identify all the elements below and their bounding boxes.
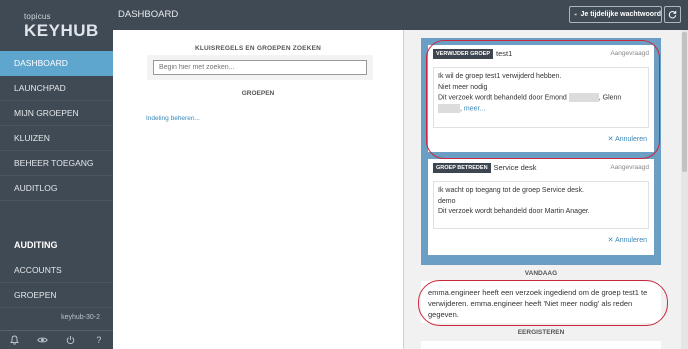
request-status: Aangevraagd	[610, 50, 649, 57]
temporary-password-button[interactable]: Je tijdelijke wachtwoord	[569, 6, 662, 23]
message-reason: demo	[438, 197, 456, 205]
request-card-remove-group: VERWIJDER GROEP test1 Aangevraagd Ik wil…	[428, 45, 654, 152]
nav-item-accounts[interactable]: ACCOUNTS	[0, 258, 113, 283]
request-type-badge: VERWIJDER GROEP	[433, 48, 493, 59]
search-input[interactable]	[153, 60, 367, 75]
today-title: VANDAAG	[524, 270, 558, 277]
power-icon[interactable]	[64, 333, 78, 347]
request-group-name: test1	[496, 49, 513, 58]
request-card-footer: ✕ Annuleren	[428, 229, 654, 251]
top-header: DASHBOARD Je tijdelijke wachtwoord	[113, 0, 688, 30]
nav-item-kluizen[interactable]: KLUIZEN	[0, 126, 113, 151]
handler-text: Dit verzoek wordt behandeld door Emond	[438, 94, 567, 102]
nav-item-auditlog[interactable]: AUDITLOG	[0, 176, 113, 201]
temporary-password-label: Je tijdelijke wachtwoord	[580, 11, 661, 18]
message-handler-line: Dit verzoek wordt behandeld door Emond ,…	[438, 93, 644, 104]
requests-panel: VERWIJDER GROEP test1 Aangevraagd Ik wil…	[421, 38, 661, 265]
request-card-join-group: GROEP BETREDEN Service desk Aangevraagd …	[428, 159, 654, 255]
main-content: KLUISREGELS EN GROEPEN ZOEKEN GROEPEN In…	[113, 30, 688, 349]
message-handler-line-2: , meer...	[438, 103, 644, 115]
request-card-footer: ✕ Annuleren	[428, 128, 654, 150]
divider	[403, 30, 404, 349]
version-label: keyhub-30-2	[61, 314, 100, 321]
separator: ,	[460, 105, 462, 113]
logo-main: KEYHUB	[24, 21, 99, 40]
message-handler-line: Dit verzoek wordt behandeld door Martin …	[438, 208, 590, 215]
request-status: Aangevraagd	[610, 164, 649, 171]
cancel-label: Annuleren	[615, 136, 647, 143]
auditing-section-title: AUDITING	[14, 240, 58, 250]
refresh-button[interactable]	[664, 6, 681, 23]
handler-text-2: , Glenn	[598, 94, 622, 102]
message-line: Ik wacht op toegang tot de groep Service…	[438, 187, 584, 194]
keyhub-logo[interactable]: topicus KEYHUB	[0, 0, 113, 50]
nav-item-dashboard[interactable]: DASHBOARD	[0, 51, 113, 76]
message-reason: Niet meer nodig	[438, 83, 488, 91]
request-message: Ik wil de groep test1 verwijderd hebben.…	[433, 67, 649, 128]
sidebar-footer: ?	[0, 330, 113, 349]
message-line: Ik wil de groep test1 verwijderd hebben.	[438, 73, 562, 80]
request-message: Ik wacht op toegang tot de groep Service…	[433, 181, 649, 229]
eye-icon[interactable]	[35, 333, 49, 347]
search-title: KLUISREGELS EN GROEPEN ZOEKEN	[194, 45, 322, 52]
auditing-nav: AUDITING ACCOUNTS GROEPEN	[0, 233, 113, 308]
nav-item-beheer-toegang[interactable]: BEHEER TOEGANG	[0, 151, 113, 176]
activity-item: emma.engineer heeft een verzoek ingedien…	[421, 281, 661, 323]
request-type-badge: GROEP BETREDEN	[433, 162, 491, 173]
scrollbar-thumb[interactable]	[682, 32, 687, 172]
redacted-name	[568, 93, 599, 102]
cancel-request-button[interactable]: ✕ Annuleren	[608, 236, 647, 244]
nav-item-launchpad[interactable]: LAUNCHPAD	[0, 76, 113, 101]
help-icon[interactable]: ?	[92, 333, 106, 347]
yesterday-title: EERGISTEREN	[517, 329, 565, 336]
nav-item-groepen[interactable]: GROEPEN	[0, 283, 113, 308]
page-title: DASHBOARD	[118, 9, 179, 20]
search-panel: KLUISREGELS EN GROEPEN ZOEKEN GROEPEN In…	[113, 30, 403, 349]
groups-title: GROEPEN	[241, 90, 275, 97]
activity-item	[421, 341, 661, 349]
eye-icon	[574, 13, 578, 16]
redacted-name	[438, 103, 460, 113]
cancel-request-button[interactable]: ✕ Annuleren	[608, 135, 647, 143]
more-link[interactable]: meer...	[464, 105, 485, 112]
sidebar: topicus KEYHUB DASHBOARD LAUNCHPAD MIJN …	[0, 0, 113, 349]
refresh-icon	[668, 10, 677, 19]
cancel-label: Annuleren	[615, 237, 647, 244]
nav-item-mijn-groepen[interactable]: MIJN GROEPEN	[0, 101, 113, 126]
manage-layout-link[interactable]: Indeling beheren...	[146, 115, 200, 122]
scrollbar[interactable]	[681, 30, 688, 349]
main-nav: DASHBOARD LAUNCHPAD MIJN GROEPEN KLUIZEN…	[0, 51, 113, 201]
logo-sub: topicus	[24, 12, 51, 21]
bell-icon[interactable]	[7, 333, 21, 347]
request-group-name: Service desk	[493, 163, 537, 172]
